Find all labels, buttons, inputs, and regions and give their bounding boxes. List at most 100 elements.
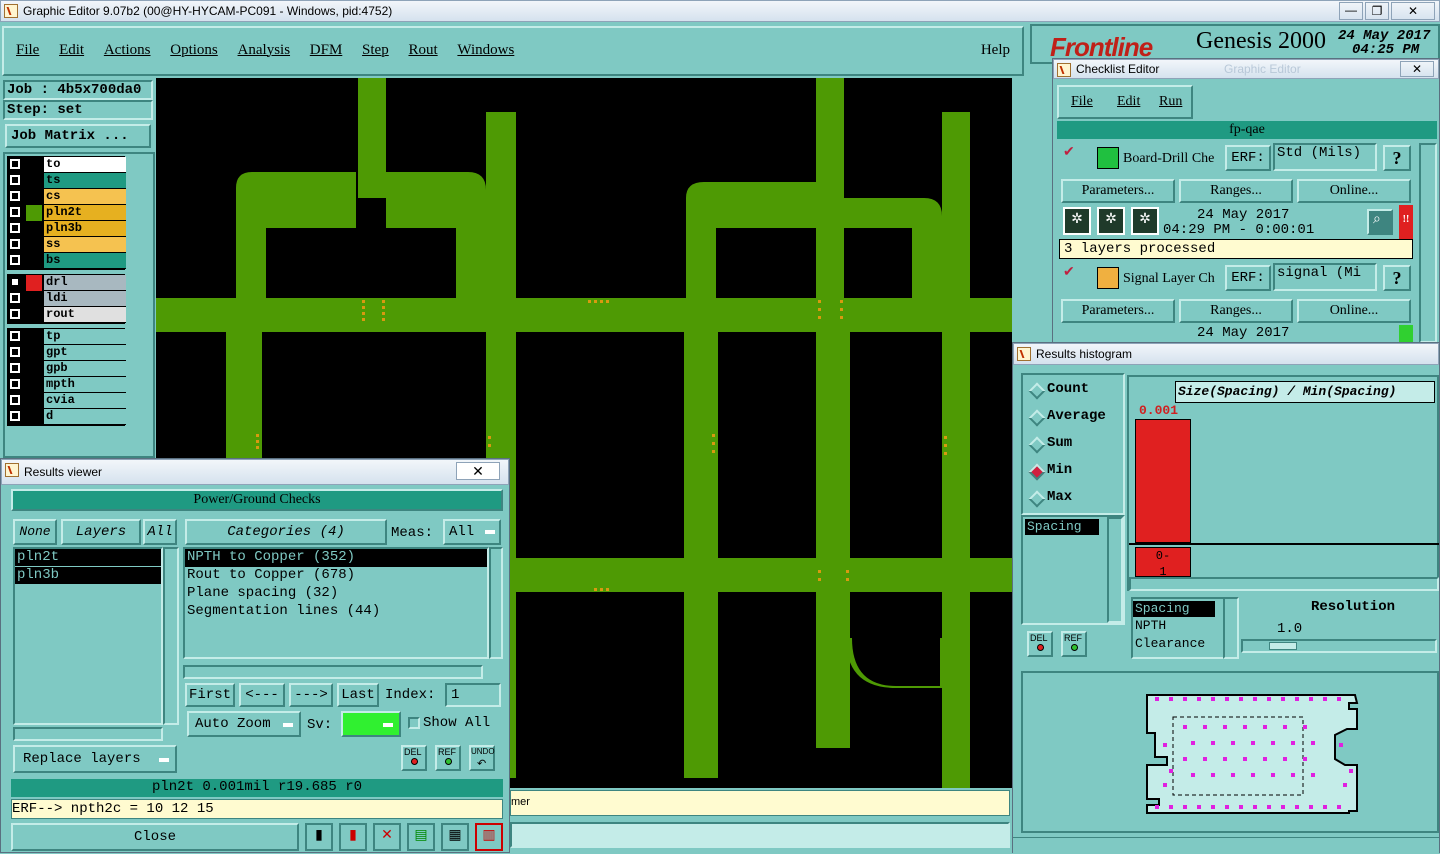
category-item[interactable]: NPTH to Copper (352) [185,549,487,567]
histogram-icon[interactable]: ▥ [475,823,503,851]
online-button[interactable]: Online... [1297,299,1411,323]
check-enable-checkbox[interactable]: ✔ [1063,146,1077,161]
layer-list-scrollbar[interactable] [163,547,179,725]
ref-cross-icon[interactable]: ✕ [373,823,401,851]
resolution-slider-thumb[interactable] [1269,642,1297,650]
layer-name[interactable]: cs [44,189,126,205]
checklist-close-icon[interactable]: ✕ [1400,61,1434,77]
layer-row-ss[interactable]: ss [8,237,126,253]
menu-rout[interactable]: Rout [408,42,437,59]
layer-checkbox[interactable] [10,331,20,341]
menu-file[interactable]: File [16,42,39,59]
layer-name[interactable]: mpth [44,377,126,393]
layer-checkbox[interactable] [10,363,20,373]
report-icon[interactable]: ▦ [441,823,469,851]
menu-actions[interactable]: Actions [104,42,151,59]
layer-checkbox[interactable] [10,159,20,169]
layer-checkbox[interactable] [10,379,20,389]
layer-name[interactable]: ts [44,173,126,189]
histogram-del-button[interactable]: DEL [1027,631,1053,657]
layer-name[interactable]: gpb [44,361,126,377]
layer-checkbox[interactable] [10,239,20,249]
average-radio[interactable] [1028,409,1046,427]
layer-row-drl[interactable]: drl [8,275,126,291]
layer-row-pln2t[interactable]: pln2t [8,205,126,221]
checklist-scrollbar[interactable] [1419,143,1437,343]
checklist-menu-edit[interactable]: Edit [1117,94,1140,110]
layer-name[interactable]: pln2t [44,205,126,221]
histogram-bar[interactable] [1135,419,1191,543]
layer-list-hscroll[interactable] [13,727,163,741]
checklist-menu-run[interactable]: Run [1159,94,1182,110]
close-icon[interactable]: ✕ [1391,2,1435,20]
layer-checkbox[interactable] [10,347,20,357]
category-list[interactable]: NPTH to Copper (352) Rout to Copper (678… [183,547,489,659]
auto-zoom-dropdown[interactable]: Auto Zoom [187,711,301,737]
meas-dropdown[interactable]: All [443,519,501,545]
layer-checkbox[interactable] [10,255,20,265]
next-button[interactable]: ---> [289,683,333,707]
show-all-checkbox[interactable] [408,717,420,729]
layer-list-item[interactable]: pln3b [15,567,161,584]
layer-name[interactable]: tp [44,329,126,345]
layer-name[interactable]: d [44,409,126,425]
layer-name[interactable]: cvia [44,393,126,409]
layer-row-ldi[interactable]: ldi [8,291,126,307]
checklist-menu-file[interactable]: File [1071,94,1093,110]
layer-checkbox[interactable] [10,309,20,319]
menu-dfm[interactable]: DFM [310,42,343,59]
layer-checkbox[interactable] [10,395,20,405]
none-button[interactable]: None [13,519,57,545]
layer-row-cvia[interactable]: cvia [8,393,126,409]
erf-value-field[interactable]: signal (Mi [1273,263,1377,291]
layer-name[interactable]: to [44,157,126,173]
category-item[interactable]: Rout to Copper (678) [185,567,487,585]
histogram-ref-button[interactable]: REF [1061,631,1087,657]
menu-step[interactable]: Step [362,42,389,59]
histogram-list[interactable]: Spacing [1021,515,1125,625]
layer-name[interactable]: rout [44,307,126,323]
layer-checkbox[interactable] [10,277,20,287]
layer-list[interactable]: pln2t pln3b [13,547,163,725]
type-item[interactable]: NPTH [1133,617,1237,635]
histogram-hscroll[interactable] [1129,577,1439,591]
categories-button[interactable]: Categories (4) [185,519,387,545]
category-item[interactable]: Plane spacing (32) [185,585,487,603]
replace-layers-dropdown[interactable]: Replace layers [13,745,177,773]
editor-command-line[interactable] [510,822,1010,848]
menu-help[interactable]: Help [981,42,1010,59]
layer-name[interactable]: pln3b [44,221,126,237]
layer-row-ts[interactable]: ts [8,173,126,189]
layer-row-tp[interactable]: tp [8,329,126,345]
prev-button[interactable]: <--- [239,683,285,707]
parameters-button[interactable]: Parameters... [1061,179,1175,203]
layer-row-pln3b[interactable]: pln3b [8,221,126,237]
layer-row-gpt[interactable]: gpt [8,345,126,361]
check-help-button[interactable]: ? [1383,265,1411,291]
check-enable-checkbox[interactable]: ✔ [1063,266,1077,281]
max-radio[interactable] [1028,490,1046,508]
layer-row-rout[interactable]: rout [8,307,126,323]
sv-color-dropdown[interactable] [341,711,401,737]
erf-button[interactable]: ERF: [1225,265,1271,291]
parameters-button[interactable]: Parameters... [1061,299,1175,323]
layer-red-icon[interactable]: ▮ [339,823,367,851]
run-all-icon[interactable]: ✲ [1097,207,1125,235]
ref-button[interactable]: REF [435,745,461,771]
layer-name[interactable]: bs [44,253,126,269]
ranges-button[interactable]: Ranges... [1179,299,1293,323]
menu-options[interactable]: Options [170,42,218,59]
layer-list-item[interactable]: pln2t [15,549,161,566]
count-radio[interactable] [1028,382,1046,400]
undo-button[interactable]: UNDO ↶ [469,745,495,771]
menu-windows[interactable]: Windows [457,42,514,59]
layer-checkbox[interactable] [10,223,20,233]
layers-button[interactable]: Layers [61,519,141,545]
menu-analysis[interactable]: Analysis [238,42,291,59]
category-list-hscroll[interactable] [183,665,483,679]
all-button[interactable]: All [143,519,177,545]
menu-edit[interactable]: Edit [59,42,84,59]
run-icon[interactable]: ✲ [1063,207,1091,235]
layer-checkbox[interactable] [10,191,20,201]
layer-row-bs[interactable]: bs [8,253,126,269]
